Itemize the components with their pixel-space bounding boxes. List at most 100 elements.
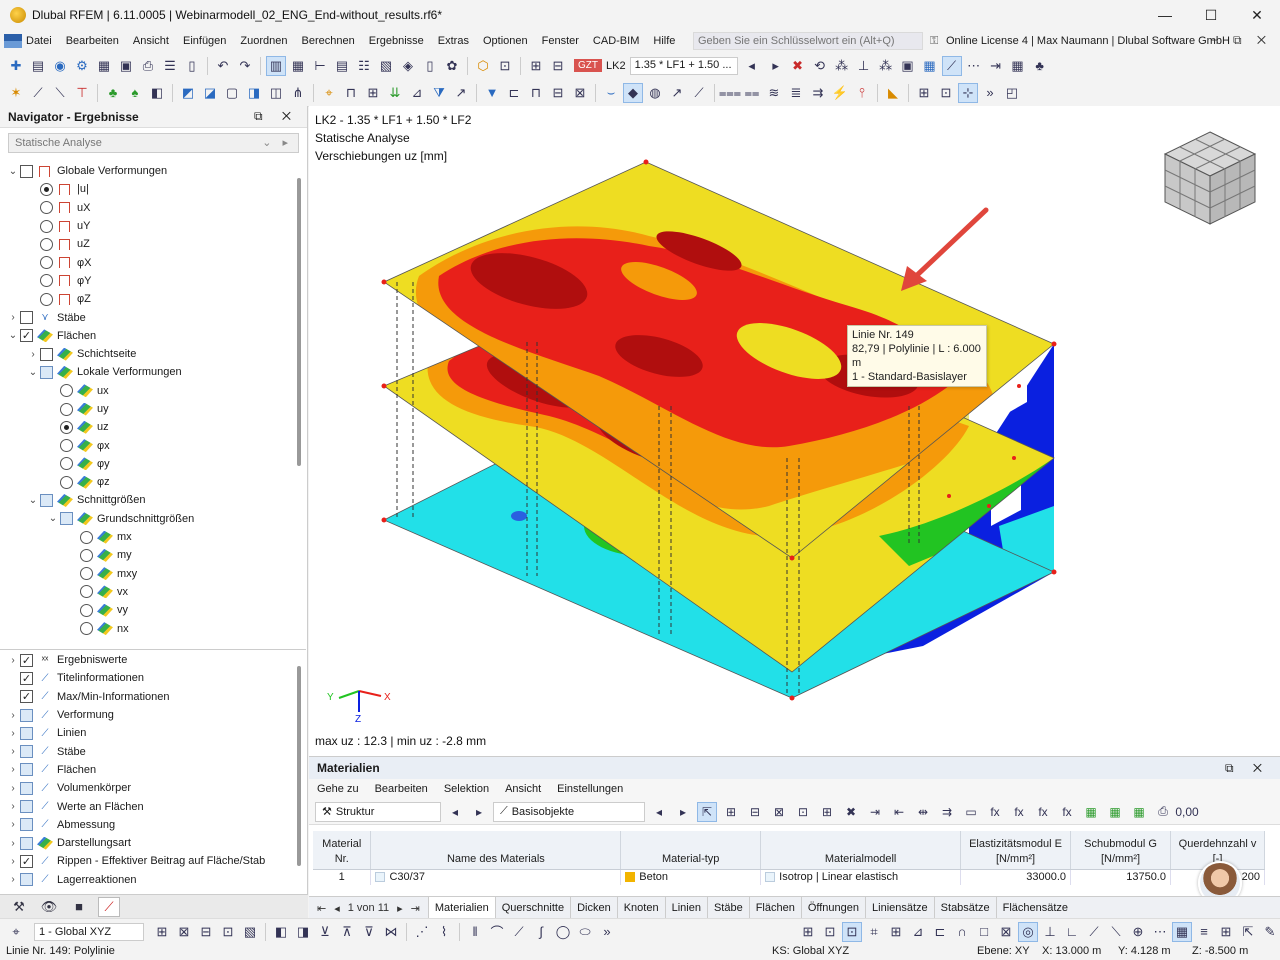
graph-icon[interactable]: ⊿ [407, 83, 427, 103]
tree-2-icon[interactable]: ♠ [125, 83, 145, 103]
spline-icon[interactable]: ∫ [531, 922, 551, 942]
checkbox[interactable] [20, 745, 33, 759]
settings-gear-icon[interactable]: ⚙ [72, 56, 92, 76]
print-table-icon[interactable]: ⎙ [1153, 802, 1173, 822]
render-5-icon[interactable]: ⊽ [359, 922, 379, 942]
xxx-icon[interactable]: ⋯ [964, 56, 984, 76]
cell-g[interactable]: 13750.0 [1070, 869, 1171, 885]
table-paste-icon[interactable]: ⊞ [817, 802, 837, 822]
clipboard-icon[interactable]: ▯ [420, 56, 440, 76]
delete-icon[interactable]: ✖ [841, 802, 861, 822]
formula-3-icon[interactable]: fx [1033, 802, 1053, 822]
menu-datei[interactable]: Datei [22, 35, 59, 47]
panel-menu-ansicht[interactable]: Ansicht [497, 783, 549, 795]
formula-icon[interactable]: fx [985, 802, 1005, 822]
load-icon[interactable]: ⇥ [986, 56, 1006, 76]
panel-menu-bearbeiten[interactable]: Bearbeiten [367, 783, 436, 795]
model-render[interactable] [309, 106, 1280, 756]
last-page-icon[interactable]: ⇥ [411, 902, 420, 915]
radio[interactable] [40, 237, 53, 251]
osnap-12-icon[interactable]: ⟍ [1106, 922, 1126, 942]
excel-import-icon[interactable]: ▦ [1129, 802, 1149, 822]
coordinate-system-combo[interactable]: 1 - Global XYZ [34, 922, 144, 941]
tree-icon[interactable]: ♣ [103, 83, 123, 103]
checkbox[interactable] [20, 854, 33, 868]
radio[interactable] [60, 402, 73, 416]
tree-item-volumenkoerper[interactable]: › ⟋ Volumenkörper [6, 779, 296, 797]
table-view-icon[interactable]: ⊞ [721, 802, 741, 822]
prev-icon[interactable]: ◂ [445, 802, 465, 822]
tab-oeffnungen[interactable]: Öffnungen [800, 896, 865, 920]
grid-display-icon[interactable]: ⊞ [798, 922, 818, 942]
radio[interactable] [80, 548, 93, 562]
tab-querschnitte[interactable]: Querschnitte [494, 896, 570, 920]
online-icon[interactable]: ◉ [50, 56, 70, 76]
tree-item-local-phiz[interactable]: φz [6, 473, 296, 491]
mirror-icon[interactable]: ◫ [266, 83, 286, 103]
tab-flaechen[interactable]: Flächen [748, 896, 801, 920]
checkbox[interactable] [20, 873, 33, 887]
checkbox[interactable] [20, 818, 33, 832]
tree-item-vx[interactable]: vx [6, 583, 296, 601]
checkbox[interactable] [40, 493, 53, 507]
menu-bearbeiten[interactable]: Bearbeiten [59, 35, 126, 47]
snap-node-icon[interactable]: ⊠ [174, 922, 194, 942]
tree-item-local-uz[interactable]: uz [6, 418, 296, 436]
layers-2-icon[interactable]: ≋ [764, 83, 784, 103]
object-snap-icon[interactable]: ⊹ [958, 82, 978, 103]
tree-item-local-phiy[interactable]: φy [6, 455, 296, 473]
cell-nr[interactable]: 1 [313, 869, 372, 885]
wireframe-icon[interactable]: ⊟ [548, 83, 568, 103]
tree-item-lokale-verformungen[interactable]: ⌄ Lokale Verformungen [6, 363, 296, 381]
menu-einfuegen[interactable]: Einfügen [176, 35, 233, 47]
search-input[interactable] [693, 32, 923, 50]
grid-snap-icon[interactable]: ⊡ [820, 922, 840, 942]
node-icon[interactable]: ✶ [6, 83, 26, 103]
filter-icon[interactable]: ⧩ [429, 83, 449, 103]
support-red-icon[interactable]: ⊤ [72, 83, 92, 103]
arc-icon[interactable]: ⌒ [487, 922, 507, 942]
grid-toggle-icon[interactable]: ▦ [1172, 921, 1192, 942]
model-check-icon[interactable]: ⬡ [473, 56, 493, 76]
osnap-9-icon[interactable]: ⊥ [1040, 922, 1060, 942]
equal-2-icon[interactable]: ⩵ [742, 83, 762, 103]
checkbox[interactable] [20, 164, 33, 178]
tree-item-maxmin[interactable]: ⟋Max/Min-Informationen [6, 688, 296, 706]
diagonal-icon[interactable]: ⟋ [689, 83, 709, 103]
tree-item-u-abs[interactable]: |u| [6, 180, 296, 198]
radio[interactable] [80, 585, 93, 599]
copy-icon[interactable]: ◨ [244, 83, 264, 103]
divide-icon[interactable]: ⋔ [288, 83, 308, 103]
snap-grid-icon[interactable]: ⊞ [152, 922, 172, 942]
checkbox[interactable] [20, 329, 33, 343]
tree-item-lagerreaktionen[interactable]: › ⟋ Lagerreaktionen [6, 871, 296, 889]
panel-menu-selektion[interactable]: Selektion [436, 783, 497, 795]
frame-icon[interactable]: ⊏ [504, 83, 524, 103]
first-page-icon[interactable]: ⇤ [317, 902, 326, 915]
column-icon[interactable]: ⇉ [937, 802, 957, 822]
tab-knoten[interactable]: Knoten [616, 896, 665, 920]
view-cube[interactable] [1161, 128, 1259, 228]
tree-item-phiz[interactable]: φZ [6, 290, 296, 308]
more-icon[interactable]: » [980, 83, 1000, 103]
more-tools-icon[interactable]: » [597, 922, 617, 942]
next-icon[interactable]: ▸ [469, 802, 489, 822]
formula-4-icon[interactable]: fx [1057, 802, 1077, 822]
checkbox[interactable] [20, 800, 33, 814]
grid-2-icon[interactable]: ⊞ [914, 83, 934, 103]
menu-extras[interactable]: Extras [431, 35, 476, 47]
tab-materialien[interactable]: Materialien [427, 896, 495, 920]
surface-result-icon[interactable]: ◆ [623, 82, 643, 103]
decimals-icon[interactable]: 0,00 [1175, 802, 1198, 822]
menu-cad-bim[interactable]: CAD-BIM [586, 35, 646, 47]
render-3-icon[interactable]: ⊻ [315, 922, 335, 942]
polyline-icon[interactable]: ⟋ [509, 922, 529, 942]
cell-e[interactable]: 33000.0 [960, 869, 1072, 885]
radio[interactable] [60, 475, 73, 489]
display-tab-icon[interactable]: 👁 [38, 897, 60, 917]
3d-viewport[interactable]: LK2 - 1.35 * LF1 + 1.50 * LF2 Statische … [309, 106, 1280, 756]
minimize-button[interactable]: — [1142, 0, 1188, 30]
panel-menu-gehe-zu[interactable]: Gehe zu [309, 783, 367, 795]
render-mode-icon[interactable]: ◰ [1002, 83, 1022, 103]
member-icon[interactable]: ⟍ [50, 83, 70, 103]
